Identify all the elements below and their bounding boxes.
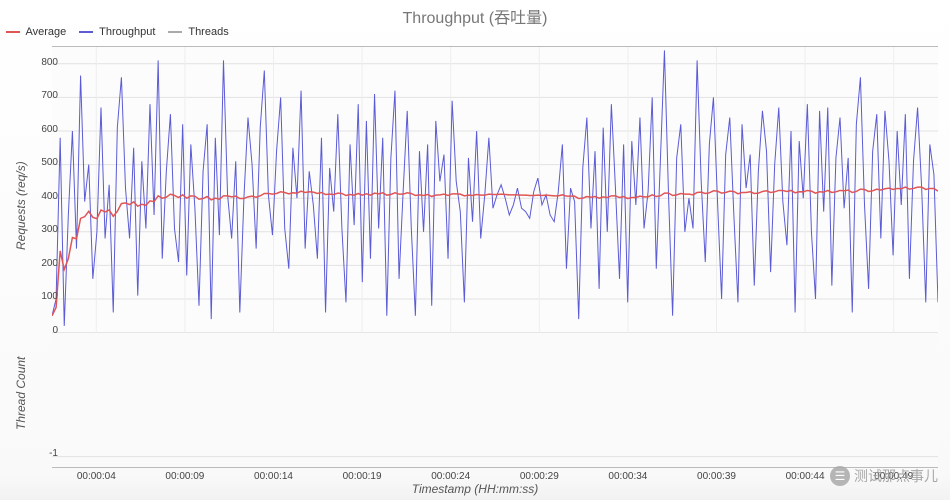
lower-plot-svg bbox=[52, 333, 938, 467]
legend-swatch bbox=[79, 31, 93, 33]
legend-swatch bbox=[168, 31, 182, 33]
x-tick-label: 00:00:24 bbox=[431, 471, 470, 482]
y-tick-label: 800 bbox=[18, 57, 58, 68]
upper-plot-svg bbox=[52, 47, 938, 333]
legend-swatch bbox=[6, 31, 20, 33]
y-axis-label-upper: Requests (req/s) bbox=[14, 161, 28, 250]
legend-item-threads: Threads bbox=[168, 26, 228, 38]
y-tick-label: 200 bbox=[18, 258, 58, 269]
y-tick-label: -1 bbox=[18, 448, 58, 459]
watermark-icon: ☰ bbox=[830, 466, 850, 486]
plot-area bbox=[52, 46, 938, 468]
legend-label: Average bbox=[25, 26, 66, 38]
y-tick-label: 500 bbox=[18, 157, 58, 168]
x-tick-label: 00:00:14 bbox=[254, 471, 293, 482]
y-axis-label-lower: Thread Count bbox=[14, 357, 28, 430]
chart-container: Throughput (吞吐量) Average Throughput Thre… bbox=[0, 0, 950, 500]
x-tick-label: 00:00:39 bbox=[697, 471, 736, 482]
watermark-text: 测试那点事儿 bbox=[854, 466, 938, 486]
legend-item-throughput: Throughput bbox=[79, 26, 155, 38]
x-tick-label: 00:00:09 bbox=[165, 471, 204, 482]
upper-panel bbox=[52, 47, 938, 334]
chart-title: Throughput (吞吐量) bbox=[0, 0, 950, 28]
y-tick-label: 100 bbox=[18, 291, 58, 302]
legend-item-average: Average bbox=[6, 26, 66, 38]
x-axis-label: Timestamp (HH:mm:ss) bbox=[412, 482, 539, 496]
x-tick-label: 00:00:34 bbox=[608, 471, 647, 482]
watermark: ☰ 测试那点事儿 bbox=[830, 466, 938, 486]
x-tick-label: 00:00:04 bbox=[77, 471, 116, 482]
y-tick-label: 600 bbox=[18, 124, 58, 135]
chart-legend: Average Throughput Threads bbox=[6, 26, 239, 38]
y-tick-label: 700 bbox=[18, 90, 58, 101]
y-tick-label: 300 bbox=[18, 224, 58, 235]
x-tick-label: 00:00:29 bbox=[520, 471, 559, 482]
y-tick-label: 0 bbox=[18, 325, 58, 336]
legend-label: Threads bbox=[188, 26, 228, 38]
x-tick-label: 00:00:19 bbox=[343, 471, 382, 482]
x-tick-label: 00:00:44 bbox=[786, 471, 825, 482]
legend-label: Throughput bbox=[99, 26, 155, 38]
lower-panel bbox=[52, 333, 938, 467]
y-tick-label: 400 bbox=[18, 191, 58, 202]
